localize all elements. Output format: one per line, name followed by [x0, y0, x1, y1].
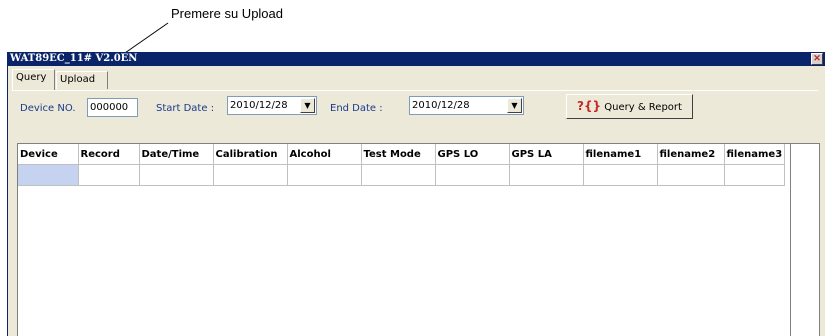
annotation-text: Premere su Upload [171, 6, 283, 21]
start-date-dropdown-button[interactable]: ▼ [300, 98, 315, 113]
grid-right-border [790, 143, 791, 336]
start-date-value: 2010/12/28 [230, 100, 288, 111]
end-date-value: 2010/12/28 [412, 100, 470, 111]
start-date-picker[interactable]: 2010/12/28 ▼ [227, 96, 317, 115]
table-cell[interactable] [78, 164, 140, 186]
tab-panel-border [12, 90, 818, 91]
column-header[interactable]: Device [18, 144, 79, 165]
query-report-label: Query & Report [604, 102, 682, 113]
table-cell[interactable] [213, 164, 288, 186]
column-header[interactable]: Date/Time [139, 144, 214, 165]
query-icon: ?{} [577, 99, 602, 113]
tab-query[interactable]: Query [12, 69, 55, 90]
end-date-dropdown-button[interactable]: ▼ [507, 98, 522, 113]
close-icon: ✕ [813, 54, 821, 64]
table-cell[interactable] [657, 164, 725, 186]
device-no-value: 000000 [90, 102, 129, 113]
column-header[interactable]: filename3 [724, 144, 786, 165]
close-button[interactable]: ✕ [811, 53, 823, 65]
chevron-down-icon: ▼ [304, 101, 311, 110]
column-header[interactable]: Alcohol [287, 144, 362, 165]
table-cell[interactable] [18, 164, 79, 186]
table-cell[interactable] [724, 164, 786, 186]
query-report-button[interactable]: ?{} Query & Report [566, 94, 693, 119]
table-cell[interactable] [509, 164, 584, 186]
column-header[interactable]: Record [78, 144, 140, 165]
table-row[interactable] [18, 164, 786, 186]
table-cell[interactable] [435, 164, 510, 186]
end-date-label: End Date : [330, 103, 383, 114]
table-cell[interactable] [583, 164, 658, 186]
column-header[interactable]: Calibration [213, 144, 288, 165]
column-header[interactable]: filename1 [583, 144, 658, 165]
column-header[interactable]: GPS LO [435, 144, 510, 165]
column-header[interactable]: filename2 [657, 144, 725, 165]
column-header[interactable]: Test Mode [361, 144, 436, 165]
window-title: WAT89EC_11# V2.0EN [10, 53, 138, 64]
results-grid[interactable]: Device Record Date/Time Calibration Alcohol T… [17, 143, 820, 336]
table-cell[interactable] [361, 164, 436, 186]
tab-upload-label: Upload [60, 74, 96, 85]
app-window: WAT89EC_11# V2.0EN ✕ Query Upload Device… [7, 52, 825, 336]
end-date-picker[interactable]: 2010/12/28 ▼ [409, 96, 524, 115]
results-table: Device Record Date/Time Calibration Alcohol T… [18, 144, 786, 186]
table-header-row: Device Record Date/Time Calibration Alcohol T… [18, 144, 786, 165]
table-cell[interactable] [287, 164, 362, 186]
chevron-down-icon: ▼ [511, 101, 518, 110]
tab-upload[interactable]: Upload [56, 71, 108, 89]
tab-query-label: Query [16, 72, 47, 83]
start-date-label: Start Date : [156, 103, 215, 114]
table-cell[interactable] [139, 164, 214, 186]
device-no-input[interactable]: 000000 [87, 98, 138, 117]
window-titlebar[interactable]: WAT89EC_11# V2.0EN ✕ [8, 52, 825, 66]
device-no-label: Device NO. [20, 103, 76, 114]
column-header[interactable]: GPS LA [509, 144, 584, 165]
